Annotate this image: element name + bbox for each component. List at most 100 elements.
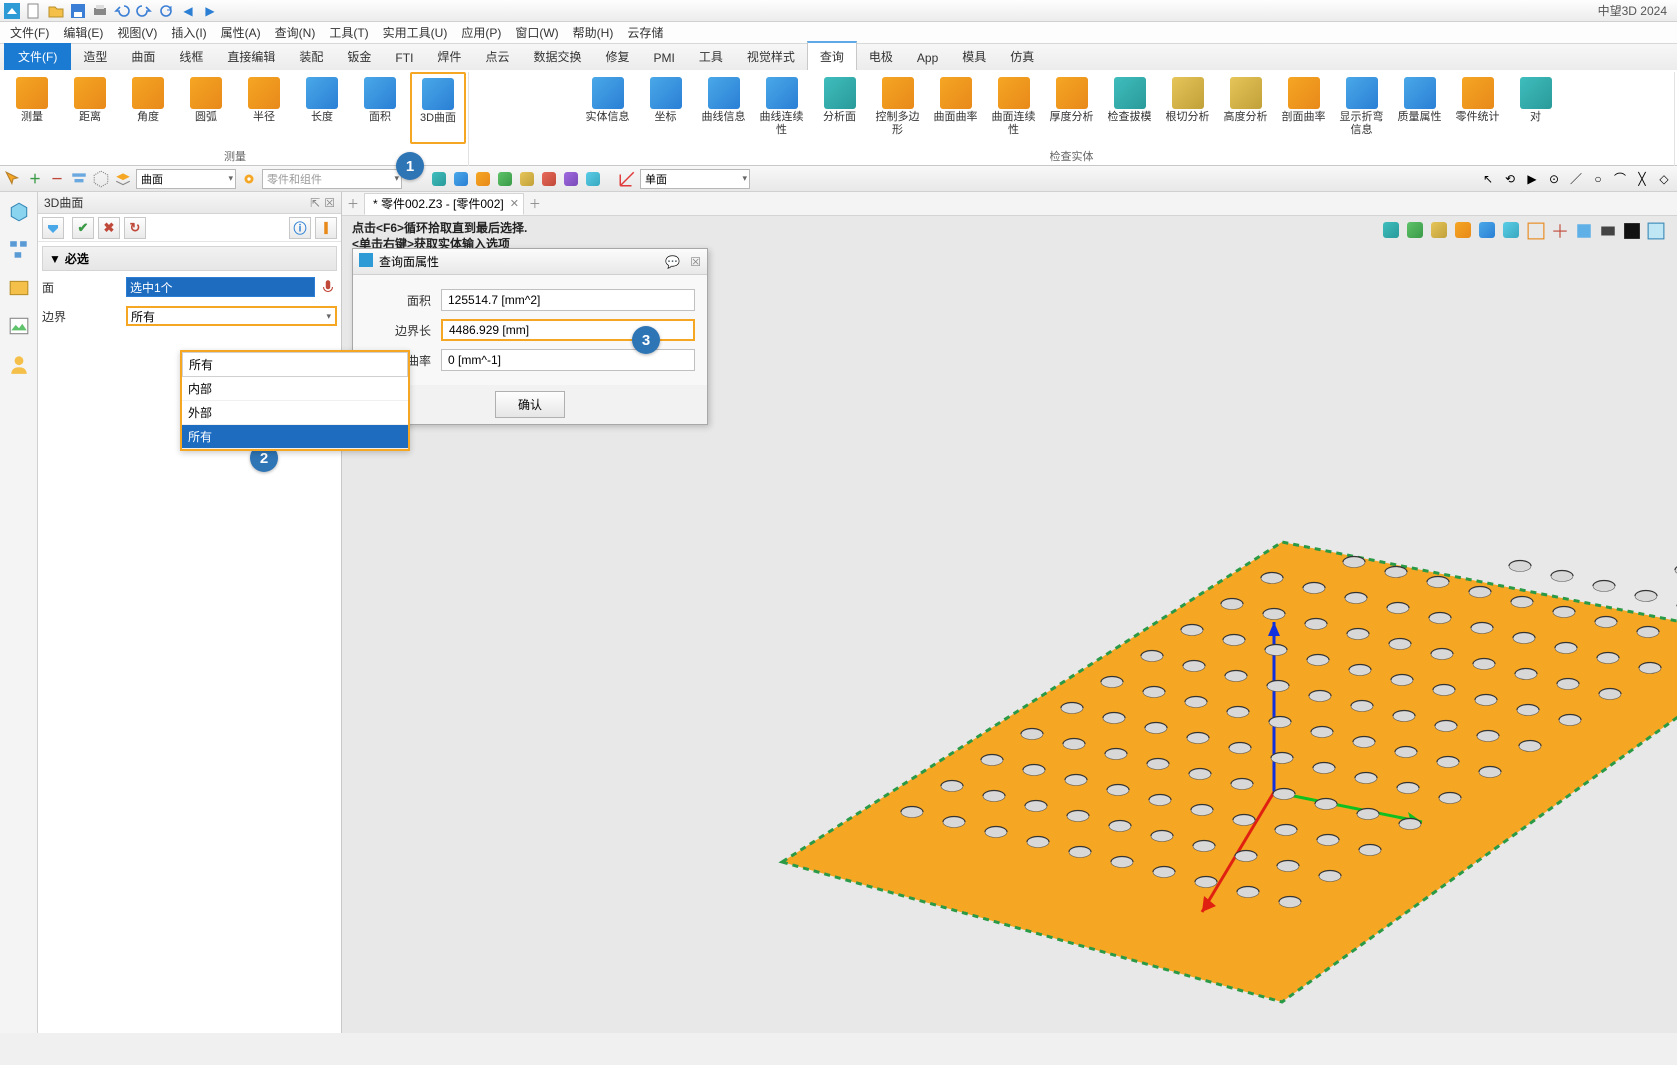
viewport-3d-plate[interactable] xyxy=(722,442,1677,1062)
btn-ctrlpoly[interactable]: 控制多边形 xyxy=(870,72,926,144)
option-inner[interactable]: 内部 xyxy=(182,377,408,401)
tab-mold[interactable]: 模具 xyxy=(950,43,998,70)
vt-icon-1[interactable] xyxy=(1383,222,1401,240)
new-icon[interactable] xyxy=(26,3,42,19)
tab-wireframe[interactable]: 线框 xyxy=(167,43,215,70)
btn-undercut[interactable]: 根切分析 xyxy=(1160,72,1216,144)
btn-radius[interactable]: 半径 xyxy=(236,72,292,144)
btn-analyzeface[interactable]: 分析面 xyxy=(812,72,868,144)
btn-curvecont[interactable]: 曲线连续性 xyxy=(754,72,810,144)
lefticon-box[interactable] xyxy=(7,276,31,300)
cursor-icon[interactable]: ↖ xyxy=(1479,170,1497,188)
option-all[interactable]: 所有 xyxy=(182,425,408,449)
menu-file[interactable]: 文件(F) xyxy=(10,24,49,41)
ok-button[interactable]: 确认 xyxy=(495,391,565,418)
mic-icon[interactable] xyxy=(319,278,337,296)
tool-icon-3[interactable] xyxy=(474,170,492,188)
btn-entityinfo[interactable]: 实体信息 xyxy=(580,72,636,144)
option-outer[interactable]: 外部 xyxy=(182,401,408,425)
btn-length[interactable]: 长度 xyxy=(294,72,350,144)
tab-tools[interactable]: 工具 xyxy=(687,43,735,70)
tab-add-right[interactable]: ＋ xyxy=(524,195,546,212)
tool-icon-6[interactable] xyxy=(540,170,558,188)
vt-icon-9[interactable] xyxy=(1575,222,1593,240)
vt-icon-3[interactable] xyxy=(1431,222,1449,240)
close-icon[interactable]: ✕ xyxy=(510,197,519,210)
dd-singleface[interactable]: 单面 xyxy=(640,169,750,189)
cancel-button[interactable]: ✖ xyxy=(98,217,120,239)
refresh-icon[interactable] xyxy=(158,3,174,19)
tab-visualstyle[interactable]: 视觉样式 xyxy=(735,43,807,70)
tab-pmi[interactable]: PMI xyxy=(641,46,686,70)
menu-edit[interactable]: 编辑(E) xyxy=(63,24,103,41)
tool-icon-5[interactable] xyxy=(518,170,536,188)
btn-arc[interactable]: 圆弧 xyxy=(178,72,234,144)
tab-repair[interactable]: 修复 xyxy=(593,43,641,70)
tool-icon-7[interactable] xyxy=(562,170,580,188)
menu-insert[interactable]: 插入(I) xyxy=(171,24,206,41)
menu-view[interactable]: 视图(V) xyxy=(117,24,157,41)
btn-3dsurface[interactable]: 3D曲面 xyxy=(410,72,466,144)
btn-massprop[interactable]: 质量属性 xyxy=(1392,72,1448,144)
boundary-dropdown-list[interactable]: 所有 内部 外部 所有 xyxy=(180,350,410,451)
btn-distance[interactable]: 距离 xyxy=(62,72,118,144)
tab-weldment[interactable]: 焊件 xyxy=(425,43,473,70)
vt-icon-6[interactable] xyxy=(1503,222,1521,240)
layer-icon[interactable] xyxy=(114,170,132,188)
undo-icon[interactable] xyxy=(114,3,130,19)
floatwin-close-icon[interactable]: ☒ xyxy=(690,255,701,269)
menu-window[interactable]: 窗口(W) xyxy=(515,24,558,41)
plus-icon[interactable]: ＋ xyxy=(26,170,44,188)
btn-height[interactable]: 高度分析 xyxy=(1218,72,1274,144)
lefticon-cube[interactable] xyxy=(7,200,31,224)
ext-icon-2[interactable]: ／ xyxy=(1567,170,1585,188)
vt-icon-7[interactable] xyxy=(1527,222,1545,240)
axis-icon[interactable] xyxy=(618,170,636,188)
btn-thickness[interactable]: 厚度分析 xyxy=(1044,72,1100,144)
ext-icon-6[interactable]: ◇ xyxy=(1655,170,1673,188)
boundary-dropdown[interactable]: 所有 xyxy=(126,306,337,326)
tab-surface[interactable]: 曲面 xyxy=(119,43,167,70)
apply-button[interactable]: ✔ xyxy=(72,217,94,239)
tab-assembly[interactable]: 装配 xyxy=(287,43,335,70)
tool-icon-4[interactable] xyxy=(496,170,514,188)
hexagon-icon[interactable] xyxy=(92,170,110,188)
face-input[interactable]: 选中1个 xyxy=(126,277,315,297)
save-icon[interactable] xyxy=(70,3,86,19)
nav-next-icon[interactable]: ▶ xyxy=(202,3,218,19)
vt-icon-5[interactable] xyxy=(1479,222,1497,240)
tab-add-left[interactable]: ＋ xyxy=(342,195,364,212)
tab-file[interactable]: 文件(F) xyxy=(4,43,71,70)
panel-pin-icon[interactable]: ⇱ xyxy=(310,196,320,210)
open-icon[interactable] xyxy=(48,3,64,19)
tab-sheetmetal[interactable]: 钣金 xyxy=(335,43,383,70)
tab-modeling[interactable]: 造型 xyxy=(71,43,119,70)
tab-exchange[interactable]: 数据交换 xyxy=(521,43,593,70)
tab-fti[interactable]: FTI xyxy=(383,46,425,70)
btn-surfcurv[interactable]: 曲面曲率 xyxy=(928,72,984,144)
print-icon[interactable] xyxy=(92,3,108,19)
dd-surface[interactable]: 曲面 xyxy=(136,169,236,189)
play-icon[interactable]: ▶ xyxy=(1523,170,1541,188)
btn-area[interactable]: 面积 xyxy=(352,72,408,144)
section-header-required[interactable]: ▼必选 xyxy=(42,246,337,271)
vt-icon-10[interactable] xyxy=(1599,222,1617,240)
btn-draft[interactable]: 检查拔模 xyxy=(1102,72,1158,144)
minus-icon[interactable]: － xyxy=(48,170,66,188)
tab-directedit[interactable]: 直接编辑 xyxy=(215,43,287,70)
panel-close-icon[interactable]: ☒ xyxy=(324,196,335,210)
btn-bendinfo[interactable]: 显示折弯信息 xyxy=(1334,72,1390,144)
tab-pointcloud[interactable]: 点云 xyxy=(473,43,521,70)
ext-icon-5[interactable]: ╳ xyxy=(1633,170,1651,188)
vt-icon-12[interactable] xyxy=(1647,222,1665,240)
select-icon[interactable] xyxy=(4,170,22,188)
vt-icon-8[interactable] xyxy=(1551,222,1569,240)
vt-icon-11[interactable] xyxy=(1623,222,1641,240)
btn-angle[interactable]: 角度 xyxy=(120,72,176,144)
tab-electrode[interactable]: 电极 xyxy=(857,43,905,70)
menu-app[interactable]: 应用(P) xyxy=(461,24,501,41)
filter-icon[interactable] xyxy=(70,170,88,188)
menu-properties[interactable]: 属性(A) xyxy=(221,24,261,41)
floatwin-min-icon[interactable]: 💬 xyxy=(665,255,680,269)
menu-cloud[interactable]: 云存储 xyxy=(627,24,663,41)
